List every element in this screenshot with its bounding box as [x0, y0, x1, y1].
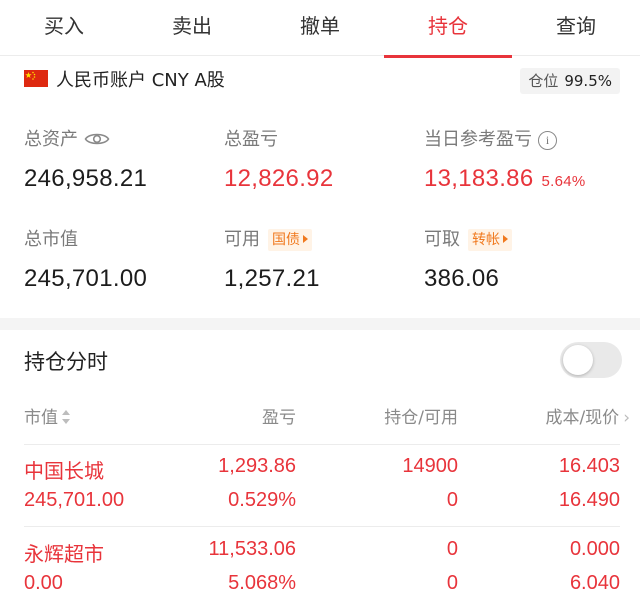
- tab-sell[interactable]: 卖出: [128, 0, 256, 55]
- position-ratio-label: 仓位: [528, 72, 559, 90]
- row-divider: [24, 526, 620, 527]
- daily-pnl-value: 13,183.86: [424, 165, 534, 192]
- holdings-table-header: 市值 盈亏 持仓/可用 成本/现价 ›: [0, 404, 640, 432]
- header-pnl: 盈亏: [262, 408, 296, 428]
- stock-pnl: 11,533.06: [208, 538, 297, 560]
- daily-pnl-label: 当日参考盈亏: [424, 129, 532, 150]
- stock-price: 16.490: [558, 489, 620, 511]
- total-pnl-label: 总盈亏: [224, 129, 278, 150]
- header-market-value[interactable]: 市值: [24, 404, 70, 432]
- tab-buy[interactable]: 买入: [0, 0, 128, 55]
- stock-pnl: 1,293.86: [218, 455, 296, 477]
- table-row[interactable]: 永辉超市 0.00 11,533.06 5.068% 0 0 0.000 6.0…: [0, 538, 640, 601]
- total-pnl-value: 12,826.92: [224, 165, 334, 192]
- play-arrow-icon: [303, 235, 308, 243]
- stock-available: 0: [446, 572, 458, 594]
- position-ratio-value: 99.5%: [564, 72, 612, 90]
- stock-available: 0: [446, 489, 458, 511]
- tab-cancel-order[interactable]: 撤单: [256, 0, 384, 55]
- stock-position: 0: [446, 538, 458, 560]
- header-market-value-label: 市值: [24, 408, 58, 428]
- tab-query[interactable]: 查询: [512, 0, 640, 55]
- withdrawable-label: 可取: [424, 229, 460, 250]
- table-row[interactable]: 中国长城 245,701.00 1,293.86 0.529% 14900 0 …: [0, 455, 640, 527]
- stock-name: 中国长城: [24, 459, 104, 483]
- header-cost-price-label: 成本/现价: [545, 408, 620, 428]
- sort-icon[interactable]: [62, 410, 70, 424]
- available-block: 可用 国债 1,257.21: [224, 228, 320, 293]
- daily-pnl-percent: 5.64%: [541, 173, 586, 190]
- withdrawable-block: 可取 转帐 386.06: [424, 228, 512, 293]
- header-position: 持仓/可用: [384, 408, 458, 428]
- available-value: 1,257.21: [224, 265, 320, 292]
- stock-name: 永辉超市: [24, 542, 104, 566]
- stock-pnl-percent: 0.529%: [228, 489, 296, 511]
- treasury-bond-tag-label: 国债: [272, 232, 300, 248]
- play-arrow-icon: [503, 235, 508, 243]
- market-value-block: 总市值 245,701.00: [24, 228, 147, 293]
- holdings-timeshare-toggle[interactable]: [560, 342, 622, 378]
- treasury-bond-tag[interactable]: 国债: [268, 229, 312, 251]
- market-value-label: 总市值: [24, 229, 78, 250]
- transfer-tag-label: 转帐: [472, 232, 500, 248]
- stock-cost: 0.000: [569, 538, 620, 560]
- total-assets-block: 总资产 246,958.21: [24, 128, 147, 193]
- stock-market-value: 0.00: [24, 572, 63, 594]
- position-ratio-badge: 仓位 99.5%: [520, 68, 620, 94]
- total-assets-label: 总资产: [24, 129, 78, 150]
- withdrawable-value: 386.06: [424, 265, 500, 292]
- toggle-knob: [563, 345, 593, 375]
- stock-pnl-percent: 5.068%: [228, 572, 296, 594]
- row-divider: [24, 444, 620, 445]
- daily-pnl-block: 当日参考盈亏 i 13,183.86 5.64%: [424, 128, 586, 193]
- account-label: 人民币账户 CNY A股: [56, 70, 225, 91]
- top-tab-bar: 买入 卖出 撤单 持仓 查询: [0, 0, 640, 58]
- stock-market-value: 245,701.00: [24, 489, 125, 511]
- section-divider: [0, 318, 640, 330]
- info-icon[interactable]: i: [538, 131, 557, 150]
- tab-holdings[interactable]: 持仓: [384, 0, 512, 58]
- total-assets-value: 246,958.21: [24, 165, 148, 192]
- available-label: 可用: [224, 229, 260, 250]
- stock-cost: 16.403: [558, 455, 620, 477]
- holdings-timeshare-title: 持仓分时: [24, 350, 108, 374]
- transfer-tag[interactable]: 转帐: [468, 229, 512, 251]
- china-flag-icon: [24, 70, 48, 87]
- header-cost-price[interactable]: 成本/现价 ›: [545, 404, 630, 432]
- chevron-right-icon: ›: [623, 408, 630, 428]
- market-value-value: 245,701.00: [24, 265, 148, 292]
- total-pnl-block: 总盈亏 12,826.92: [224, 128, 333, 193]
- account-row: 人民币账户 CNY A股 仓位 99.5%: [0, 64, 640, 96]
- stock-position: 14900: [402, 455, 458, 477]
- stock-price: 6.040: [569, 572, 620, 594]
- eye-icon[interactable]: [84, 130, 110, 155]
